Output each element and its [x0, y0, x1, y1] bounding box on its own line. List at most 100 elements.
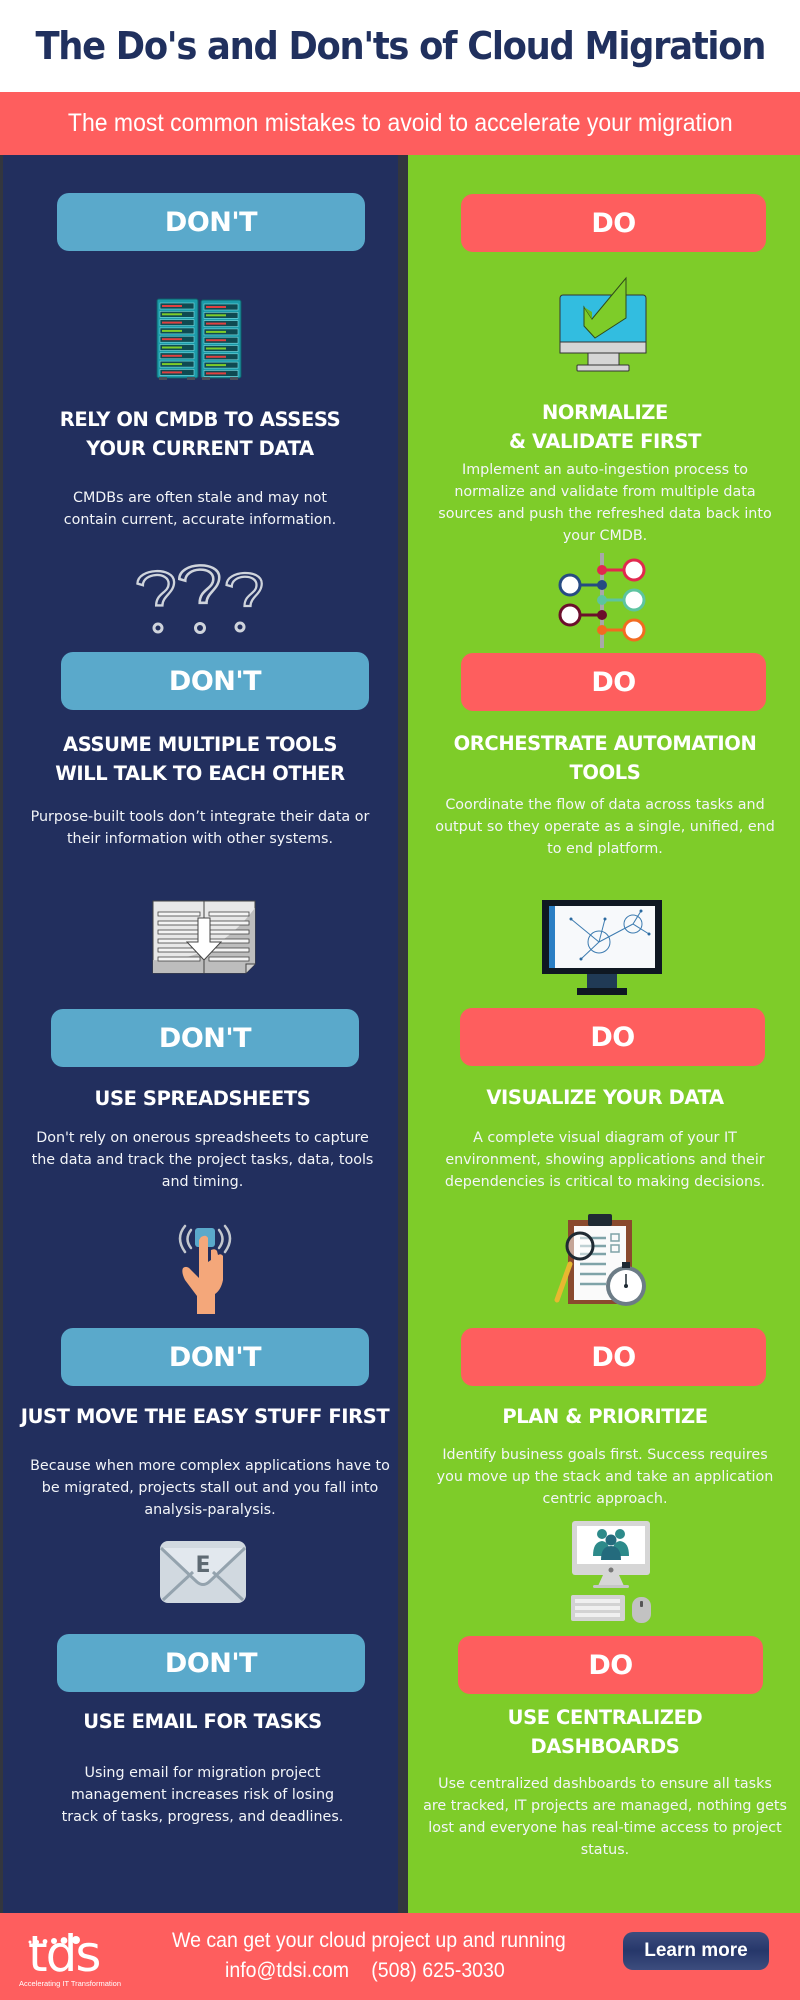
description-line: and timing. — [161, 1174, 244, 1190]
logo-wordmark: tds — [28, 1925, 101, 1983]
heading-line: USE CENTRALIZED — [507, 1706, 703, 1729]
heading-line: USE EMAIL FOR TASKS — [83, 1710, 322, 1733]
do-badge: DO — [461, 194, 766, 252]
dont-badge: DON'T — [61, 652, 369, 710]
heading-line: JUST MOVE THE EASY STUFF FIRST — [20, 1405, 390, 1428]
dont-heading: USE EMAIL FOR TASKS — [20, 1707, 385, 1736]
description-line: management increases risk of losing — [70, 1787, 335, 1803]
do-badge: DO — [461, 1328, 766, 1386]
hand-pressing-button-icon — [178, 1224, 232, 1314]
server-led — [162, 321, 182, 324]
heading-line: DASHBOARDS — [530, 1735, 680, 1758]
email-link[interactable]: info@tdsi.com — [225, 1959, 349, 1982]
spreadsheet-download-icon — [152, 900, 256, 974]
heading-line: ASSUME MULTIPLE TOOLS — [63, 733, 337, 756]
heading-line: YOUR CURRENT DATA — [86, 437, 314, 460]
tds-logo: tds Accelerating IT Transformation — [14, 1923, 134, 1993]
description-line: Implement an auto-ingestion process to — [461, 462, 748, 478]
heading-line: PLAN & PRIORITIZE — [502, 1405, 708, 1428]
footer-contact: info@tdsi.com (508) 625-3030 — [225, 1959, 505, 1983]
server-led — [206, 372, 226, 375]
description-line: track of tasks, progress, and deadlines. — [61, 1809, 344, 1825]
description-line: are tracked, IT projects are managed, no… — [423, 1798, 787, 1814]
description-line: Using email for migration project — [84, 1765, 321, 1781]
description-line: sources and push the refreshed data back… — [438, 506, 772, 522]
dont-description: CMDBs are often stale and may not contai… — [20, 487, 380, 531]
heading-line: & VALIDATE FIRST — [508, 430, 702, 453]
footer: tds Accelerating IT Transformation We ca… — [0, 1913, 800, 2000]
monitor-checkmark-icon — [559, 276, 647, 372]
logo-tagline: Accelerating IT Transformation — [19, 1979, 121, 1988]
title-bar: The Do's and Don'ts of Cloud Migration — [0, 0, 800, 92]
description-line: output so they operate as a single, unif… — [435, 819, 775, 835]
description-line: Because when more complex applications h… — [30, 1458, 390, 1474]
server-led — [162, 338, 182, 341]
subtitle-bar: The most common mistakes to avoid to acc… — [0, 92, 800, 155]
do-heading: ORCHESTRATE AUTOMATION TOOLS — [420, 729, 790, 787]
server-led — [206, 306, 226, 308]
dont-description: Because when more complex applications h… — [15, 1455, 405, 1521]
dont-description: Using email for migration project manage… — [20, 1762, 385, 1828]
server-led — [206, 339, 226, 342]
dont-heading: USE SPREADSHEETS — [20, 1084, 385, 1113]
dont-description: Don't rely on onerous spreadsheets to ca… — [15, 1127, 390, 1193]
heading-line: USE SPREADSHEETS — [94, 1087, 311, 1110]
description-line: be migrated, projects stall out and you … — [41, 1480, 379, 1496]
do-badge: DO — [460, 1008, 765, 1066]
do-heading: USE CENTRALIZED DASHBOARDS — [420, 1703, 790, 1761]
description-line: your CMDB. — [562, 528, 648, 544]
footer-message: We can get your cloud project up and run… — [172, 1929, 566, 1952]
heading-line: ORCHESTRATE AUTOMATION — [453, 732, 757, 755]
dont-badge: DON'T — [57, 1634, 365, 1692]
description-line: analysis-paralysis. — [144, 1502, 276, 1518]
server-led — [206, 314, 226, 317]
description-line: environment, showing applications and th… — [445, 1152, 765, 1168]
description-line: Purpose-built tools don’t integrate thei… — [30, 809, 370, 825]
dont-badge: DON'T — [51, 1009, 359, 1067]
server-led — [206, 347, 226, 350]
description-line: to end platform. — [547, 841, 663, 857]
do-heading: PLAN & PRIORITIZE — [420, 1402, 790, 1431]
desktop-team-icon — [571, 1521, 651, 1623]
server-led — [162, 305, 182, 307]
server-rack-icon — [156, 298, 242, 380]
phone-link[interactable]: (508) 625-3030 — [371, 1959, 505, 1982]
description-line: A complete visual diagram of your IT — [473, 1130, 737, 1146]
description-line: Identify business goals first. Success r… — [442, 1447, 768, 1463]
do-description: A complete visual diagram of your IT env… — [415, 1127, 795, 1193]
description-line: normalize and validate from multiple dat… — [454, 484, 756, 500]
do-description: Identify business goals first. Success r… — [415, 1444, 795, 1510]
description-line: you move up the stack and take an applic… — [436, 1469, 774, 1485]
dont-description: Purpose-built tools don’t integrate thei… — [20, 806, 380, 850]
learn-more-button[interactable]: Learn more — [623, 1932, 769, 1970]
description-line: CMDBs are often stale and may not — [72, 490, 327, 506]
dont-heading: RELY ON CMDB TO ASSESS YOUR CURRENT DATA — [20, 405, 380, 463]
do-description: Coordinate the flow of data across tasks… — [415, 794, 795, 860]
svg-text:E: E — [195, 1553, 210, 1578]
dont-heading: JUST MOVE THE EASY STUFF FIRST — [10, 1402, 400, 1431]
question-marks-icon — [136, 564, 263, 634]
description-line: the data and track the project tasks, da… — [31, 1152, 374, 1168]
server-led — [206, 355, 226, 358]
server-led — [162, 354, 182, 357]
email-envelope-icon: E — [159, 1541, 247, 1603]
server-led — [162, 329, 182, 332]
server-led — [206, 364, 226, 367]
description-line: dependencies is critical to making decis… — [444, 1174, 766, 1190]
description-line: status. — [580, 1842, 630, 1858]
do-badge: DO — [458, 1636, 763, 1694]
description-line: lost and everyone has real-time access t… — [428, 1820, 782, 1836]
description-line: contain current, accurate information. — [63, 512, 337, 528]
workflow-nodes-icon — [558, 553, 646, 648]
description-line: Don't rely on onerous spreadsheets to ca… — [36, 1130, 369, 1146]
do-heading: VISUALIZE YOUR DATA — [420, 1083, 790, 1112]
server-led — [162, 363, 182, 366]
heading-line: TOOLS — [569, 761, 641, 784]
heading-line: NORMALIZE — [542, 401, 668, 424]
dont-badge: DON'T — [61, 1328, 369, 1386]
dont-badge: DON'T — [57, 193, 365, 251]
page-title: The Do's and Don'ts of Cloud Migration — [35, 24, 766, 68]
heading-line: WILL TALK TO EACH OTHER — [55, 762, 345, 785]
page-subtitle: The most common mistakes to avoid to acc… — [67, 109, 733, 137]
server-led — [162, 313, 182, 316]
